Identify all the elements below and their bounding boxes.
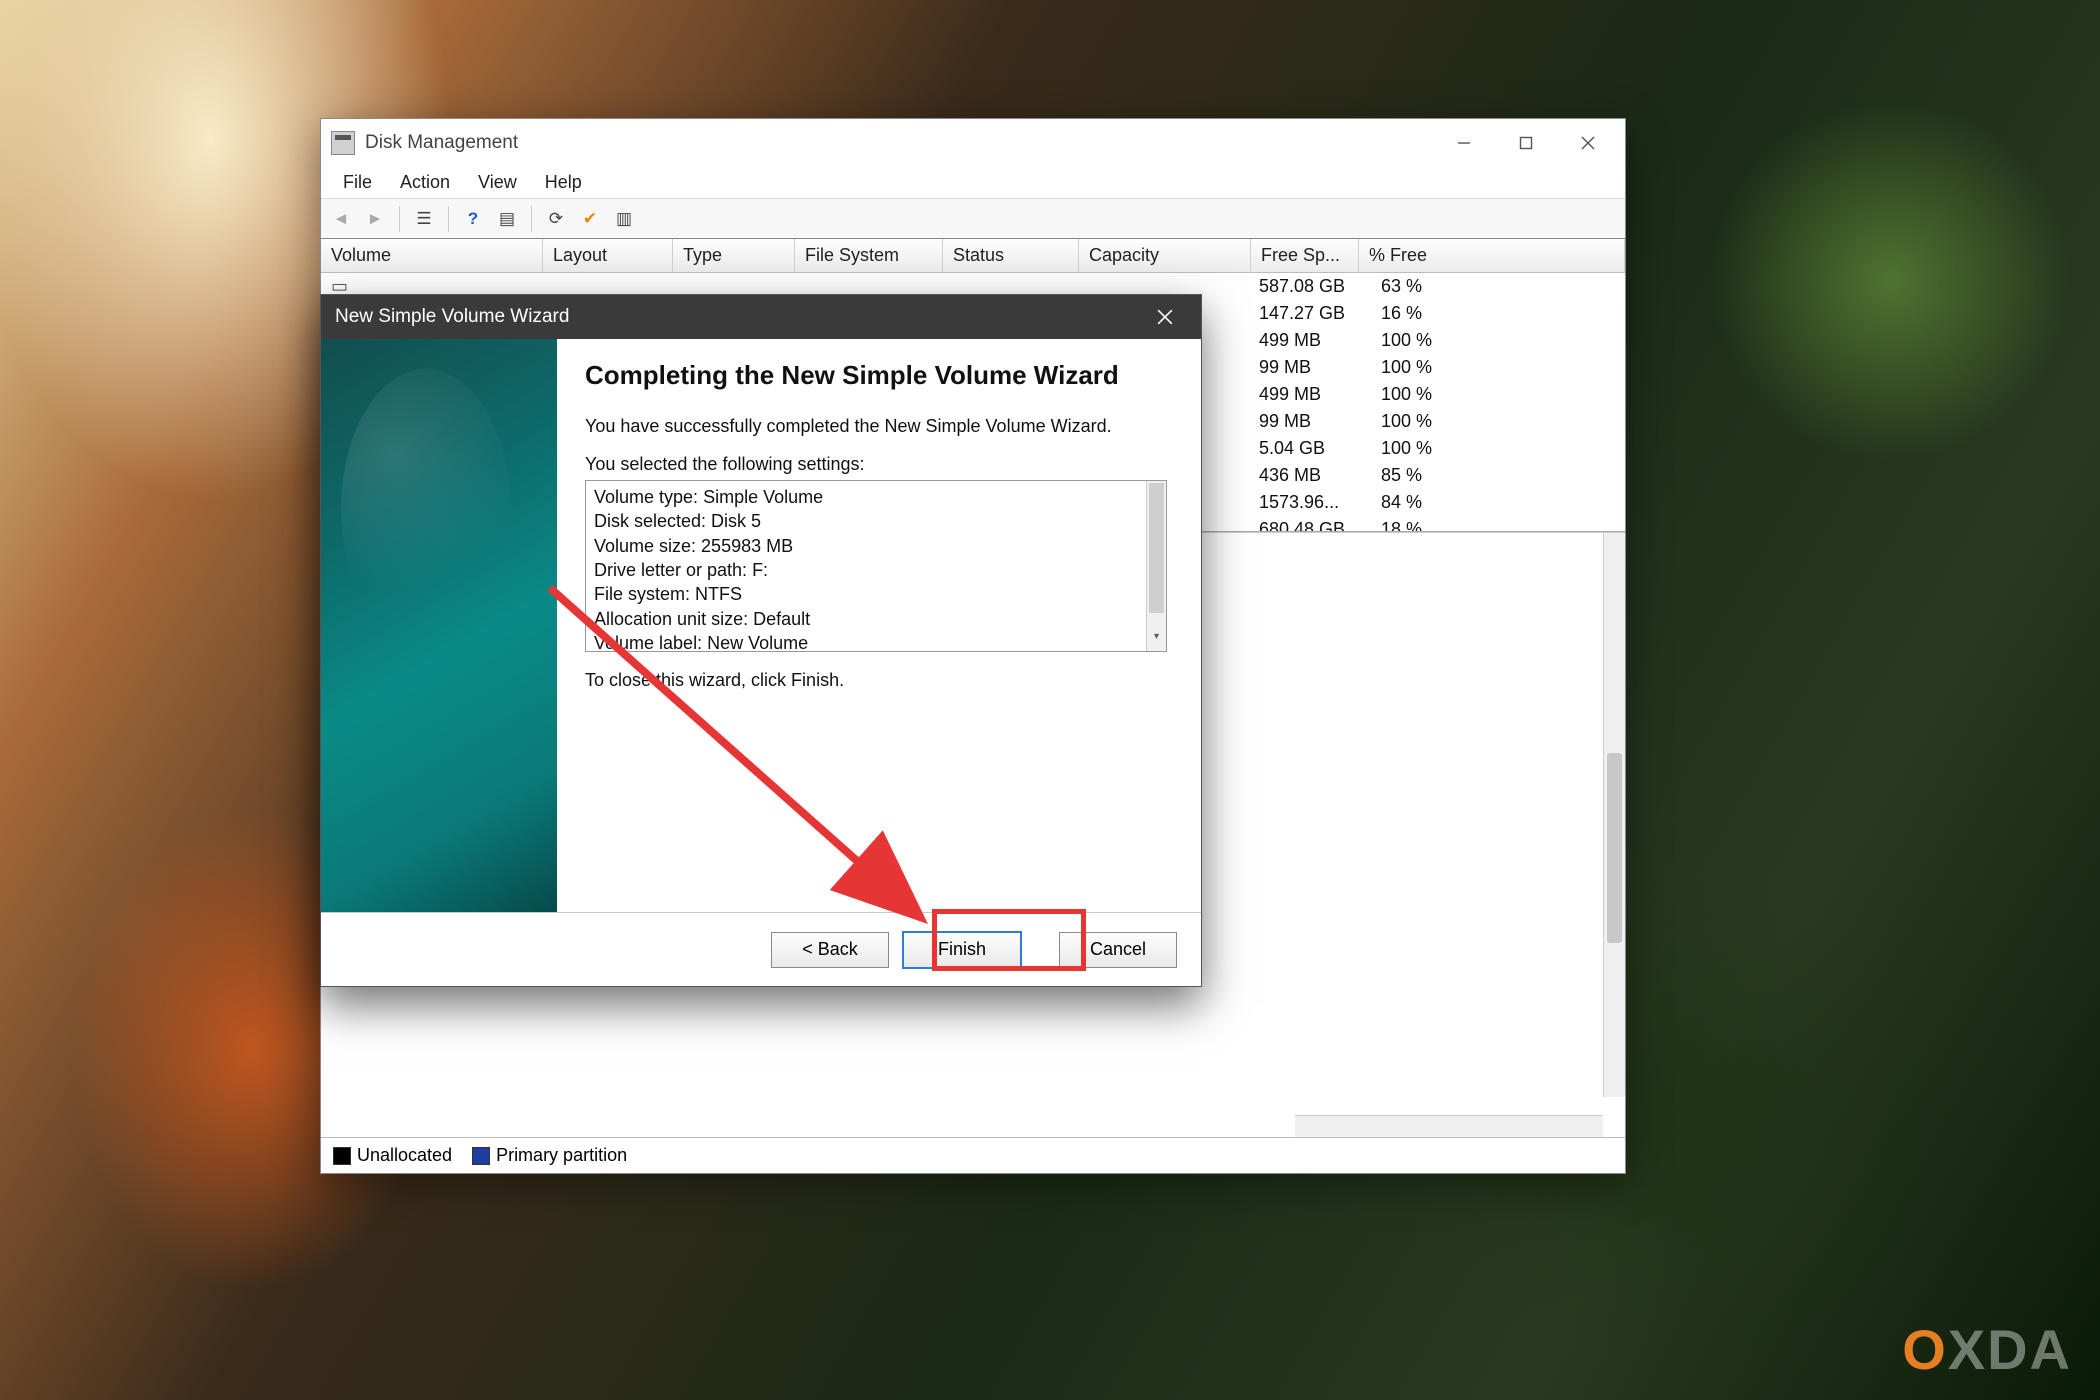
- titlebar[interactable]: Disk Management: [321, 119, 1625, 167]
- col-freespace[interactable]: Free Sp...: [1251, 239, 1359, 272]
- app-icon: [331, 131, 355, 155]
- cell-free: 99 MB: [1249, 411, 1371, 432]
- properties-check-icon[interactable]: ✔: [576, 205, 604, 233]
- cell-free: 147.27 GB: [1249, 303, 1371, 324]
- nav-back-icon[interactable]: ◄: [327, 205, 355, 233]
- col-status[interactable]: Status: [943, 239, 1079, 272]
- cell-free: 680.48 GB: [1249, 519, 1371, 531]
- window-title: Disk Management: [365, 132, 518, 154]
- list-item: Volume type: Simple Volume: [594, 485, 1138, 509]
- wizard-settings-intro: You selected the following settings:: [585, 452, 1167, 476]
- wizard-title: New Simple Volume Wizard: [335, 306, 569, 328]
- close-button[interactable]: [1557, 122, 1619, 164]
- back-button[interactable]: < Back: [771, 932, 889, 968]
- horizontal-scrollbar[interactable]: [1295, 1115, 1603, 1137]
- menu-view[interactable]: View: [464, 169, 531, 196]
- list-item: Allocation unit size: Default: [594, 607, 1138, 631]
- cell-free: 499 MB: [1249, 330, 1371, 351]
- list-item: Volume size: 255983 MB: [594, 534, 1138, 558]
- cancel-button[interactable]: Cancel: [1059, 932, 1177, 968]
- refresh-icon[interactable]: ⟳: [542, 205, 570, 233]
- settings-panel-icon[interactable]: ▥: [610, 205, 638, 233]
- col-filesystem[interactable]: File System: [795, 239, 943, 272]
- toolbar: ◄ ► ☰ ? ▤ ⟳ ✔ ▥: [321, 199, 1625, 239]
- scrollbar-thumb[interactable]: [1149, 483, 1164, 613]
- nav-forward-icon[interactable]: ►: [361, 205, 389, 233]
- cell-free: 587.08 GB: [1249, 276, 1371, 297]
- wizard-titlebar[interactable]: New Simple Volume Wizard: [321, 295, 1201, 339]
- wizard-success-text: You have successfully completed the New …: [585, 414, 1167, 438]
- cell-free: 436 MB: [1249, 465, 1371, 486]
- wizard-heading: Completing the New Simple Volume Wizard: [585, 359, 1167, 392]
- cell-pct: 18 %: [1371, 519, 1461, 531]
- wizard-close-hint: To close this wizard, click Finish.: [585, 668, 1167, 692]
- volume-list-header[interactable]: Volume Layout Type File System Status Ca…: [321, 239, 1625, 273]
- legend-primary: Primary partition: [472, 1145, 627, 1166]
- list-item: Disk selected: Disk 5: [594, 509, 1138, 533]
- menubar: File Action View Help: [321, 167, 1625, 199]
- menu-help[interactable]: Help: [531, 169, 596, 196]
- finish-button[interactable]: Finish: [903, 932, 1021, 968]
- cell-free: 5.04 GB: [1249, 438, 1371, 459]
- menu-action[interactable]: Action: [386, 169, 464, 196]
- scrollbar-thumb[interactable]: [1607, 753, 1622, 943]
- cell-pct: 16 %: [1371, 303, 1461, 324]
- list-item: Volume label: New Volume: [594, 631, 1138, 651]
- cell-pct: 100 %: [1371, 438, 1461, 459]
- cell-pct: 100 %: [1371, 357, 1461, 378]
- cell-free: 99 MB: [1249, 357, 1371, 378]
- maximize-button[interactable]: [1495, 122, 1557, 164]
- cell-free: 1573.96...: [1249, 492, 1371, 513]
- col-type[interactable]: Type: [673, 239, 795, 272]
- cell-pct: 100 %: [1371, 384, 1461, 405]
- wizard-close-button[interactable]: [1143, 295, 1187, 339]
- legend: Unallocated Primary partition: [321, 1137, 1625, 1173]
- col-volume[interactable]: Volume: [321, 239, 543, 272]
- wizard-settings-list[interactable]: Volume type: Simple VolumeDisk selected:…: [585, 480, 1167, 652]
- vertical-scrollbar[interactable]: [1603, 533, 1625, 1097]
- wizard-list-scrollbar[interactable]: ▾: [1146, 481, 1166, 651]
- list-item: Drive letter or path: F:: [594, 558, 1138, 582]
- cell-pct: 100 %: [1371, 330, 1461, 351]
- list-item: File system: NTFS: [594, 582, 1138, 606]
- help-icon[interactable]: ?: [459, 205, 487, 233]
- cell-pct: 63 %: [1371, 276, 1461, 297]
- cell-pct: 84 %: [1371, 492, 1461, 513]
- wizard-button-row: < Back Finish Cancel: [321, 912, 1201, 986]
- new-simple-volume-wizard: New Simple Volume Wizard Completing the …: [320, 294, 1202, 987]
- cell-pct: 100 %: [1371, 411, 1461, 432]
- menu-file[interactable]: File: [329, 169, 386, 196]
- view-list-icon[interactable]: ▤: [493, 205, 521, 233]
- watermark-xda: OXDA: [1902, 1317, 2072, 1382]
- col-pctfree[interactable]: % Free: [1359, 239, 1625, 272]
- minimize-button[interactable]: [1433, 122, 1495, 164]
- col-capacity[interactable]: Capacity: [1079, 239, 1251, 272]
- legend-unallocated: Unallocated: [333, 1145, 452, 1166]
- cell-free: 499 MB: [1249, 384, 1371, 405]
- show-hide-tree-icon[interactable]: ☰: [410, 205, 438, 233]
- col-layout[interactable]: Layout: [543, 239, 673, 272]
- wizard-sidebar-graphic: [321, 339, 557, 912]
- scroll-down-icon[interactable]: ▾: [1147, 631, 1166, 651]
- cell-pct: 85 %: [1371, 465, 1461, 486]
